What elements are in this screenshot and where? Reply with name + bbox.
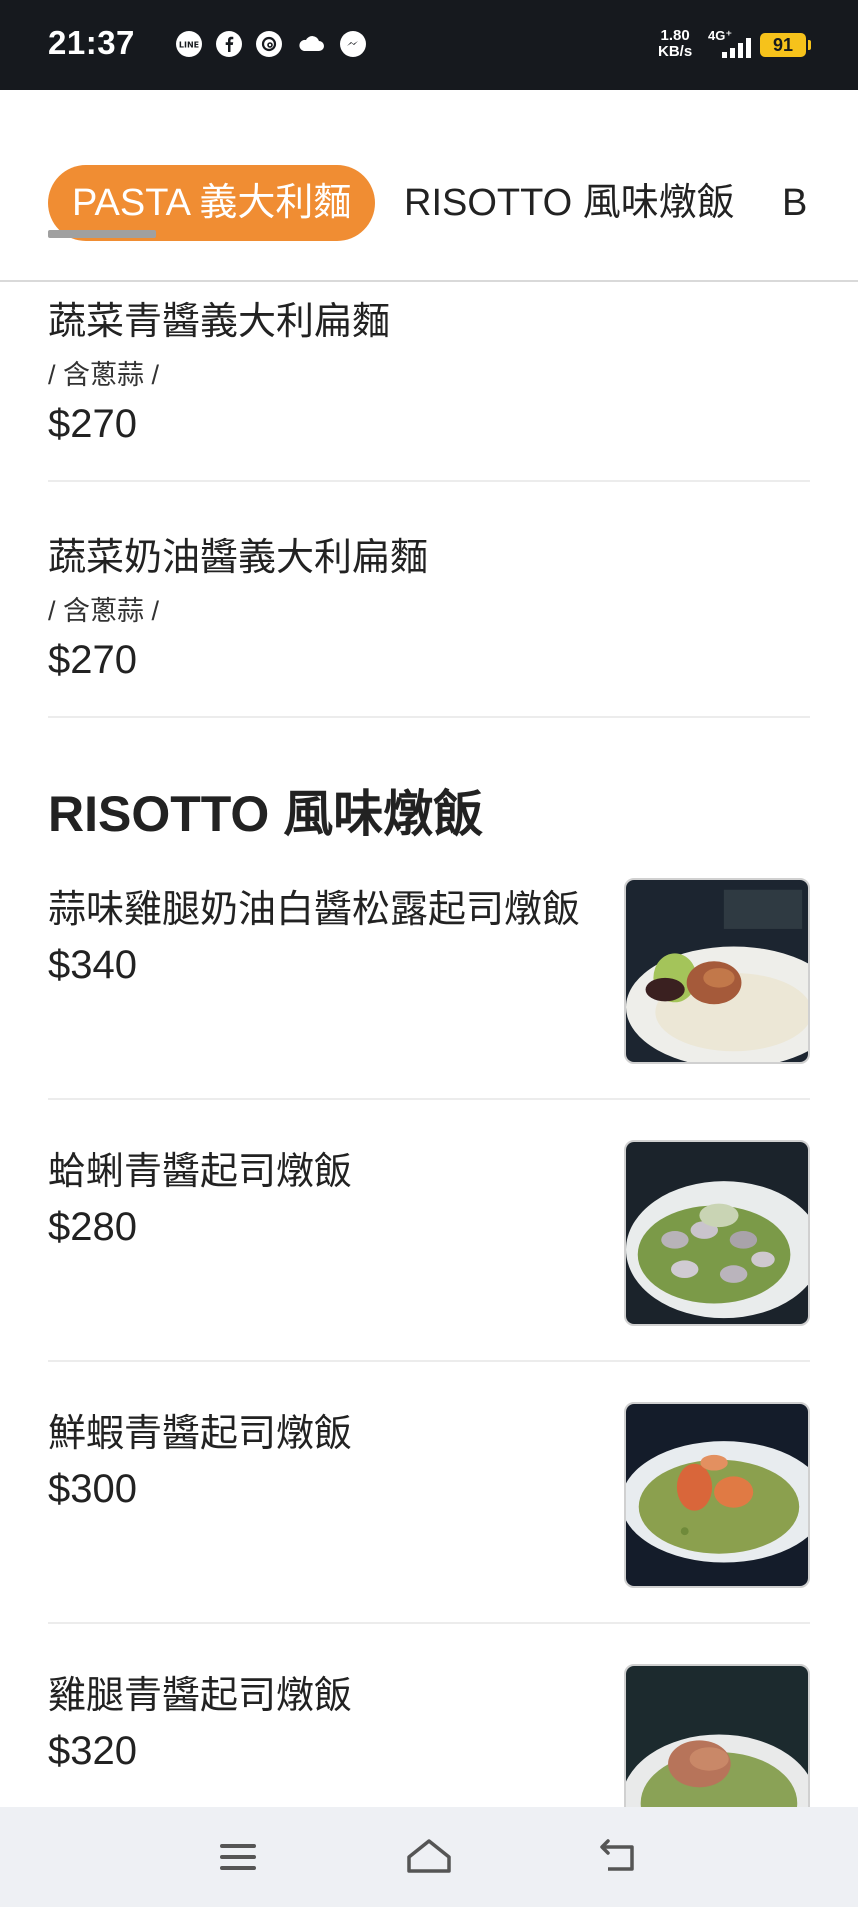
menu-item-risotto-clam-pesto[interactable]: 蛤蜊青醬起司燉飯 $280 — [48, 1140, 810, 1330]
tab-next[interactable]: B — [782, 165, 807, 241]
tab-risotto[interactable]: RISOTTO 風味燉飯 — [404, 165, 735, 241]
status-time: 21:37 — [48, 24, 135, 61]
divider — [48, 480, 810, 482]
divider — [48, 1622, 810, 1624]
battery-icon: 91 — [760, 33, 811, 57]
home-icon[interactable] — [406, 1837, 452, 1882]
risotto-chicken-cream-photo[interactable] — [624, 878, 810, 1064]
signal-icon — [722, 34, 751, 58]
menu-item-pasta-pesto[interactable]: 蔬菜青醬義大利扁麵 / 含蔥蒜 / $270 — [48, 290, 810, 447]
item-price: $270 — [48, 638, 137, 682]
risotto-shrimp-pesto-photo[interactable] — [624, 1402, 810, 1588]
system-nav-bar — [0, 1807, 858, 1907]
network-speed: 1.80 KB/s — [658, 28, 692, 60]
cloud-icon — [296, 31, 326, 62]
risotto-clam-pesto-photo[interactable] — [624, 1140, 810, 1326]
item-name: 蔬菜奶油醬義大利扁麵 — [48, 537, 429, 579]
menu-item-pasta-cream[interactable]: 蔬菜奶油醬義大利扁麵 / 含蔥蒜 / $270 — [48, 526, 810, 683]
menu-item-risotto-shrimp-pesto[interactable]: 鮮蝦青醬起司燉飯 $300 — [48, 1402, 810, 1592]
line-icon: LINE — [176, 31, 202, 57]
threads-icon — [256, 31, 282, 57]
messenger-icon — [340, 31, 366, 57]
divider — [48, 1098, 810, 1100]
menu-item-risotto-chicken-cream[interactable]: 蒜味雞腿奶油白醬松露起司燉飯 $340 — [48, 878, 810, 1068]
divider — [48, 716, 810, 718]
network-speed-unit: KB/s — [658, 43, 693, 60]
category-tabs: PASTA 義大利麵 RISOTTO 風味燉飯 B — [0, 90, 858, 282]
menu-list: 蔬菜青醬義大利扁麵 / 含蔥蒜 / $270 蔬菜奶油醬義大利扁麵 / 含蔥蒜 … — [0, 282, 858, 1807]
network-speed-value: 1.80 — [660, 27, 690, 44]
item-name: 蔬菜青醬義大利扁麵 — [48, 301, 391, 343]
menu-icon[interactable] — [218, 1837, 258, 1882]
section-title-risotto: RISOTTO 風味燉飯 — [48, 786, 484, 842]
status-bar: 21:37 LINE 1.80 KB/s 4G⁺ 91 — [0, 0, 858, 90]
battery-level: 91 — [772, 35, 794, 55]
back-icon[interactable] — [598, 1837, 638, 1882]
item-price: $270 — [48, 402, 137, 446]
divider — [48, 1360, 810, 1362]
facebook-icon — [216, 31, 242, 57]
risotto-chicken-pesto-photo[interactable] — [624, 1664, 810, 1807]
menu-item-risotto-chicken-pesto[interactable]: 雞腿青醬起司燉飯 $320 — [48, 1664, 810, 1807]
item-note: / 含蔥蒜 / — [48, 596, 160, 626]
notification-icons: LINE — [176, 31, 366, 62]
tab-scroll-indicator — [48, 230, 156, 238]
item-note: / 含蔥蒜 / — [48, 360, 160, 390]
svg-text:LINE: LINE — [179, 41, 199, 50]
